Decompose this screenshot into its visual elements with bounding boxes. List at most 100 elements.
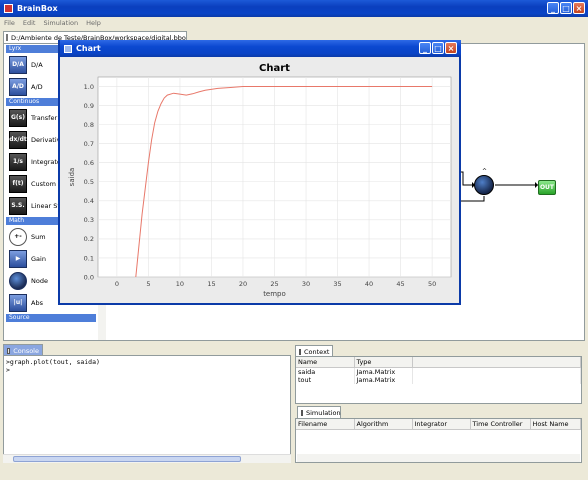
menu-simulation[interactable]: Simulation — [39, 19, 82, 27]
palette-item-label: A/D — [31, 82, 43, 91]
custom-state-icon: f(t) — [9, 174, 27, 193]
column-header-type[interactable]: Type — [354, 357, 413, 368]
y-tick-label: 0.5 — [84, 178, 94, 186]
diagram-node-block[interactable] — [474, 175, 494, 195]
tab-console-label: Console — [13, 346, 39, 355]
cell-type: Jama.Matrix — [354, 375, 413, 384]
console-horizontal-scrollbar[interactable] — [3, 454, 291, 463]
column-header-filename[interactable]: Filename — [296, 419, 355, 430]
cell-name: tout — [296, 375, 355, 384]
scrollbar-thumb[interactable] — [13, 456, 241, 462]
gain-icon: ▶ — [9, 249, 27, 268]
palette-item-label: Gain — [31, 254, 46, 263]
x-tick-label: 45 — [396, 280, 404, 288]
table-row[interactable]: saida Jama.Matrix — [296, 367, 581, 376]
java-window-icon — [64, 44, 72, 53]
close-button[interactable]: × — [573, 2, 585, 14]
palette-category[interactable]: Source — [6, 314, 96, 322]
sum-icon: +- — [9, 227, 27, 246]
x-tick-label: 30 — [302, 280, 310, 288]
linear-state-icon: S.S. — [9, 196, 27, 215]
chart-window-title: Chart — [76, 44, 101, 53]
table-row[interactable]: tout Jama.Matrix — [296, 375, 581, 384]
context-table: Name Type saida Jama.Matrix tout Jama.Ma… — [296, 357, 581, 384]
simulation-icon — [301, 409, 303, 416]
x-tick-label: 0 — [115, 280, 119, 288]
chart-maximize-button[interactable]: □ — [432, 42, 444, 54]
column-header-time-controller[interactable]: Time Controller — [470, 419, 531, 430]
integrator-icon: 1/s — [9, 152, 27, 171]
column-header-integrator[interactable]: Integrator — [412, 419, 471, 430]
console-line: >graph.plot(tout, saida) — [6, 358, 100, 366]
document-icon — [6, 34, 8, 41]
menu-edit[interactable]: Edit — [19, 19, 40, 27]
app-window-controls: _ □ × — [547, 2, 585, 14]
palette-item-label: D/A — [31, 60, 43, 69]
cell-type: Jama.Matrix — [354, 367, 413, 376]
x-tick-label: 10 — [176, 280, 184, 288]
context-view: Name Type saida Jama.Matrix tout Jama.Ma… — [295, 356, 582, 404]
app-icon — [4, 4, 13, 13]
tab-context-label: Context — [304, 347, 330, 356]
simulation-table: Filename Algorithm Integrator Time Contr… — [296, 419, 581, 430]
node-icon — [9, 271, 27, 290]
x-tick-label: 20 — [239, 280, 247, 288]
transfer-function-icon: G(s) — [9, 108, 27, 127]
console-icon — [7, 347, 11, 354]
context-icon — [299, 348, 301, 355]
maximize-button[interactable]: □ — [560, 2, 572, 14]
y-tick-label: 0.1 — [84, 254, 94, 262]
x-tick-label: 35 — [333, 280, 341, 288]
digital-analog-icon: D/A — [9, 55, 27, 74]
tab-simulation[interactable]: Simulation — [297, 406, 341, 418]
column-header-name[interactable]: Name — [296, 357, 355, 368]
y-axis-label: saida — [68, 168, 76, 187]
x-tick-label: 5 — [146, 280, 150, 288]
palette-item-label: Node — [31, 276, 48, 285]
simulation-horizontal-scrollbar[interactable] — [297, 454, 580, 462]
y-tick-label: 0.4 — [84, 197, 94, 205]
y-tick-label: 0.6 — [84, 159, 94, 167]
x-axis-label: tempo — [263, 290, 286, 298]
cell-spacer — [412, 367, 581, 376]
y-tick-label: 0.2 — [84, 235, 94, 243]
x-tick-label: 25 — [270, 280, 278, 288]
menu-help[interactable]: Help — [82, 19, 105, 27]
y-tick-label: 0.9 — [84, 102, 94, 110]
diagram-out-block[interactable]: OUT — [538, 180, 556, 195]
chart-minimize-button[interactable]: _ — [419, 42, 431, 54]
console-output: >graph.plot(tout, saida) > — [6, 358, 100, 374]
chart-svg: 0 5 10 15 20 25 30 35 40 45 50 0.0 0.1 0.2 0.3 0.4 0.5 0.… — [68, 63, 452, 298]
chart-title: Chart — [259, 63, 290, 74]
chart-close-button[interactable]: × — [445, 42, 457, 54]
x-tick-label: 15 — [207, 280, 215, 288]
node-sign-label: ^ — [482, 168, 488, 175]
menu-bar: File Edit Simulation Help — [0, 17, 588, 28]
y-tick-label: 0.0 — [84, 273, 94, 281]
palette-item-label: Abs — [31, 298, 43, 307]
chart-panel: 0 5 10 15 20 25 30 35 40 45 50 0.0 0.1 0.2 0.3 0.4 0.5 0.… — [60, 57, 459, 303]
app-title: BrainBox — [17, 4, 58, 13]
x-tick-label: 50 — [428, 280, 436, 288]
cell-name: saida — [296, 367, 355, 376]
column-header-spacer — [412, 357, 581, 368]
cell-spacer — [412, 375, 581, 384]
y-tick-label: 1.0 — [84, 83, 94, 91]
menu-file[interactable]: File — [0, 19, 19, 27]
analog-digital-icon: A/D — [9, 77, 27, 96]
column-header-host-name[interactable]: Host Name — [530, 419, 581, 430]
column-header-algorithm[interactable]: Algorithm — [354, 419, 413, 430]
minimize-button[interactable]: _ — [547, 2, 559, 14]
chart-titlebar[interactable]: Chart — [60, 40, 461, 57]
y-tick-label: 0.7 — [84, 140, 94, 148]
x-tick-label: 40 — [365, 280, 373, 288]
palette-item-label: Sum — [31, 232, 46, 241]
chart-window: Chart _ □ × 0 5 10 15 20 25 30 35 40 45 50 0.0 0.1 0.… — [58, 40, 461, 305]
derivative-icon: dx/dt — [9, 130, 27, 149]
app-titlebar: BrainBox — [0, 0, 588, 17]
y-tick-label: 0.3 — [84, 216, 94, 224]
console-line: > — [6, 366, 10, 374]
abs-icon: |u| — [9, 293, 27, 312]
diagram-connections — [455, 171, 538, 202]
y-tick-label: 0.8 — [84, 121, 94, 129]
